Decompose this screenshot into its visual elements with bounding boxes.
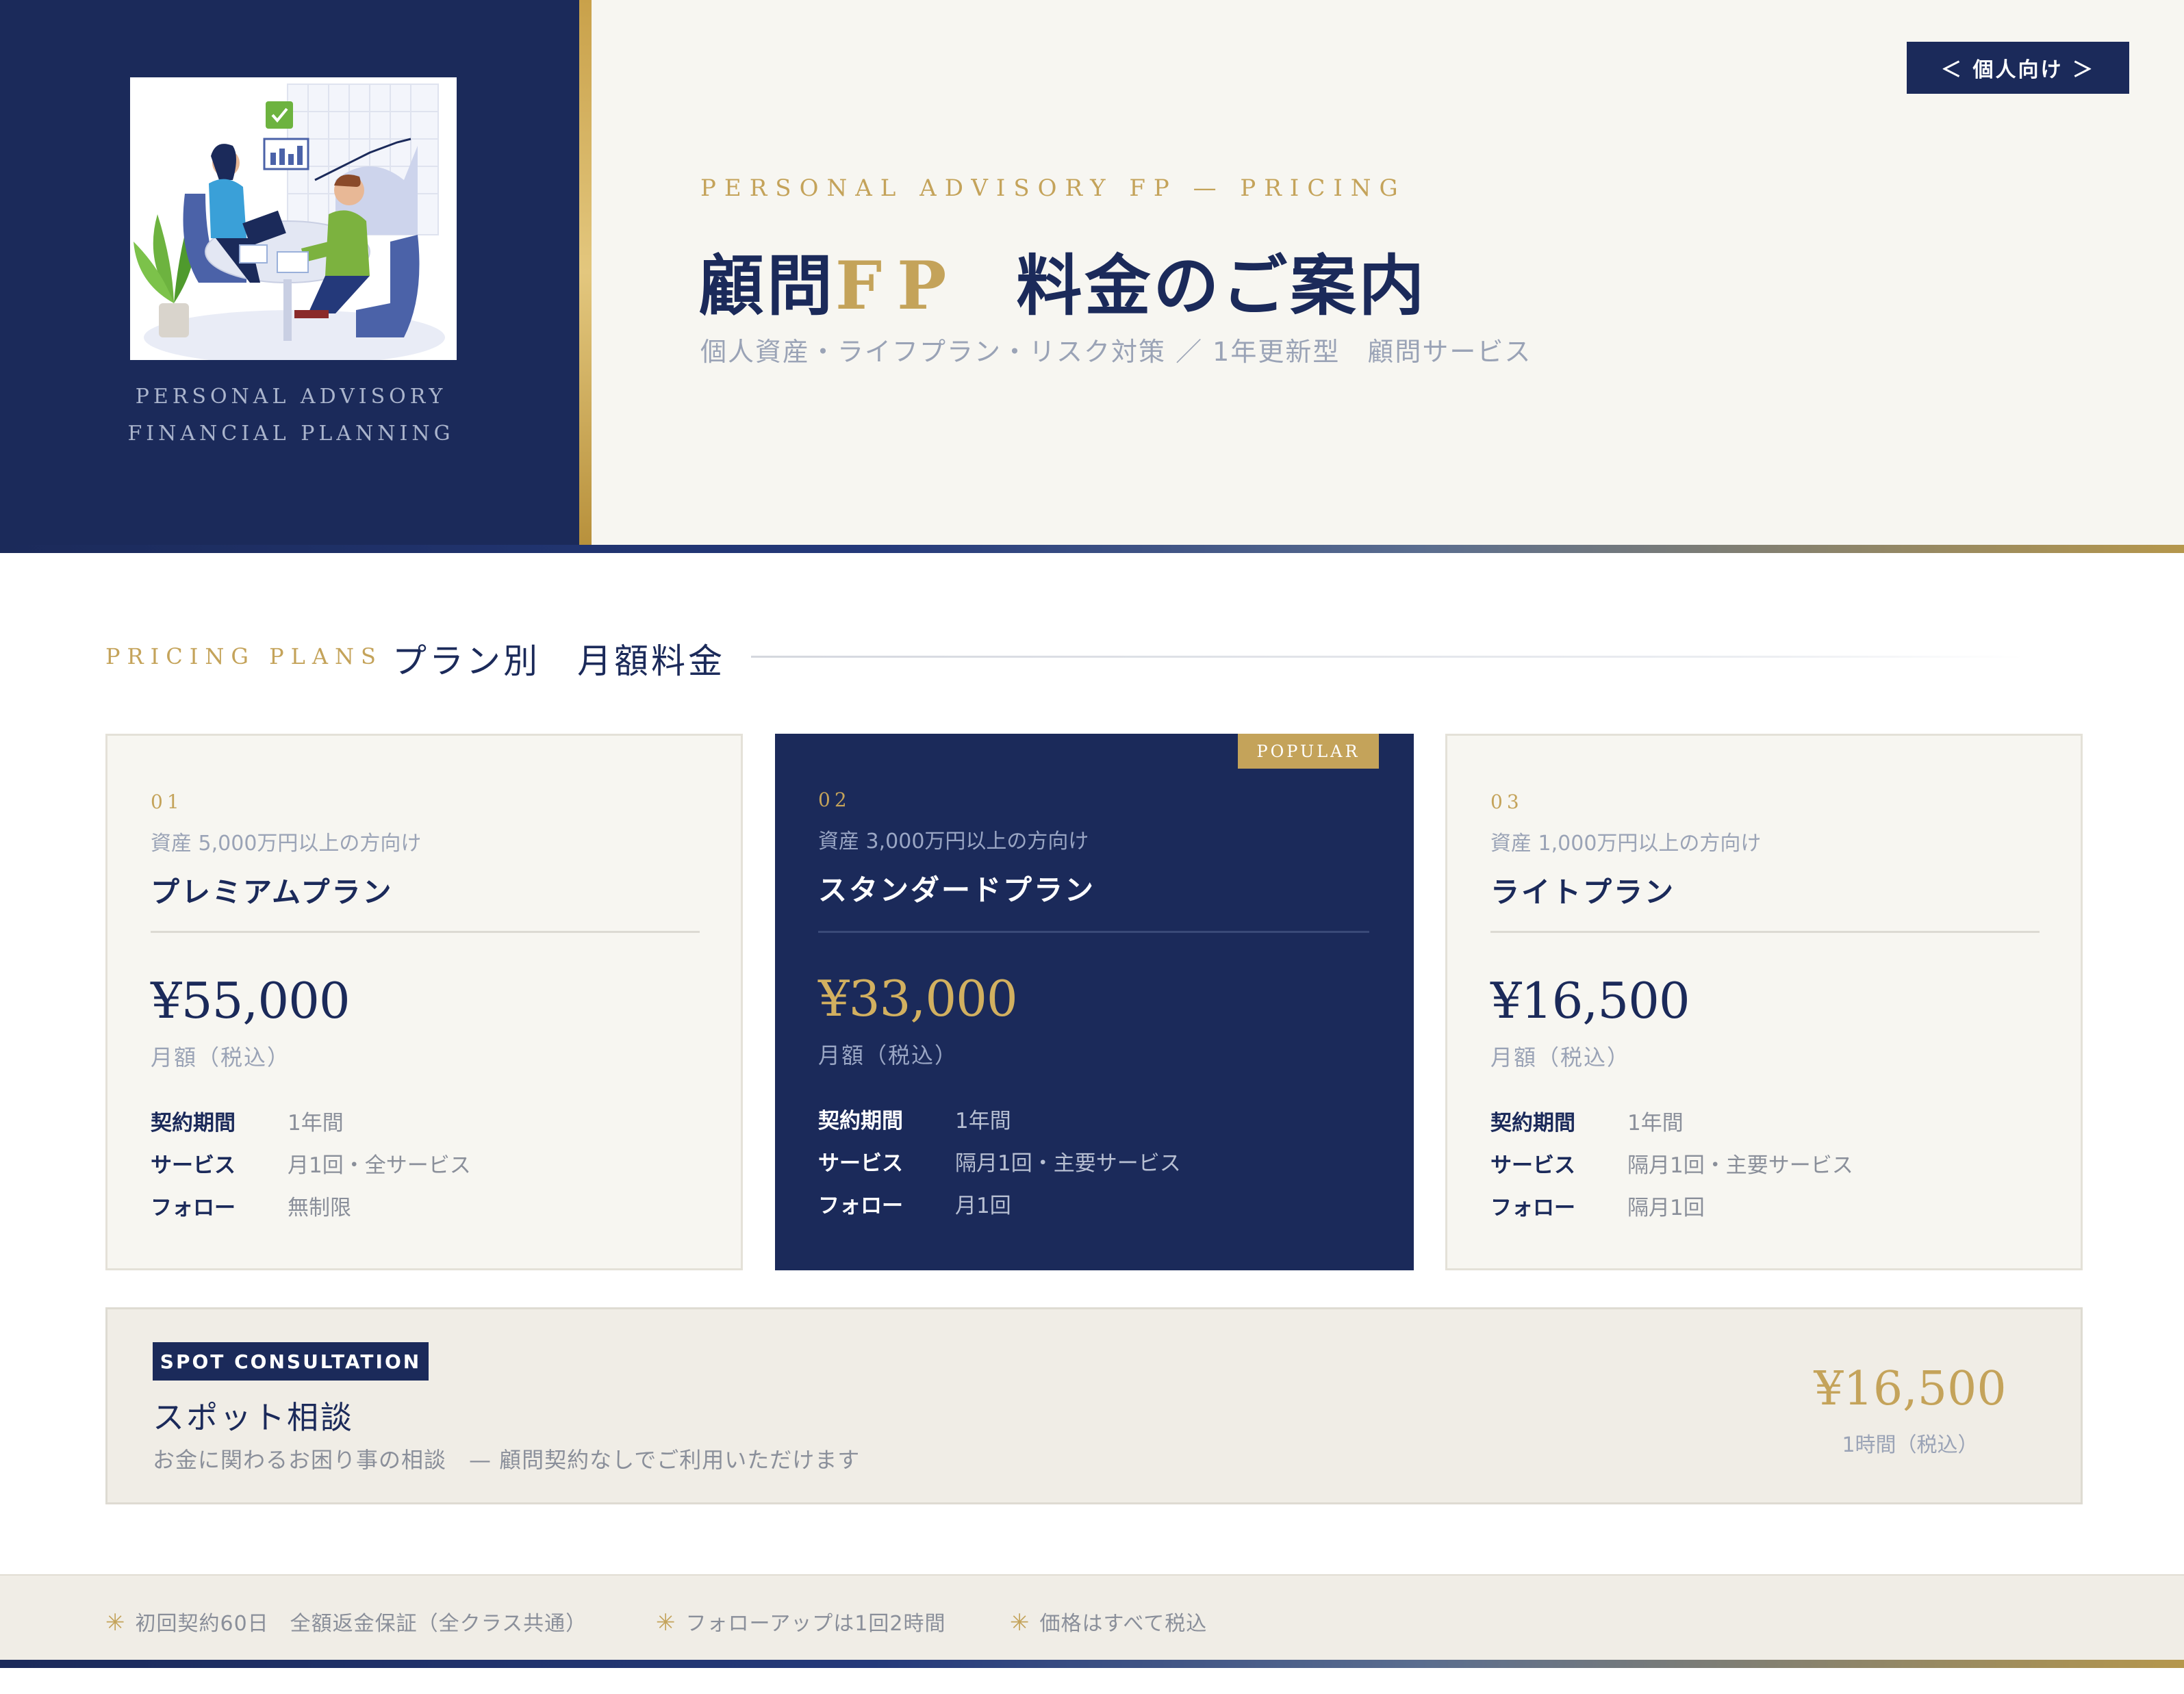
plan-name: プレミアムプラン [151, 875, 394, 909]
plan-row-follow: フォロー 月1回 [818, 1188, 1011, 1219]
spot-price-unit: 1時間（税込） [1842, 1433, 1979, 1457]
row-key: フォロー [1490, 1196, 1575, 1220]
plan-price-unit: 月額（税込） [151, 1044, 291, 1070]
plan-price-unit: 月額（税込） [818, 1042, 958, 1068]
page-title-suffix: 料金のご案内 [1016, 247, 1427, 324]
spot-description: お金に関わるお困り事の相談 — 顧問契約なしでご利用いただけます [153, 1447, 861, 1473]
spot-price: ¥16,500 [1814, 1362, 2007, 1416]
row-key: サービス [1490, 1153, 1575, 1178]
note-followup: ✳ フォローアップは1回2時間 [656, 1606, 945, 1637]
brand-line-2: FINANCIAL PLANNING [127, 422, 455, 446]
plan-row-term: 契約期間 1年間 [151, 1105, 344, 1136]
note-tax: ✳ 価格はすべて税込 [1010, 1606, 1207, 1637]
plan-target: 資産 3,000万円以上の方向け [818, 830, 1089, 854]
asterisk-icon: ✳ [656, 1609, 676, 1637]
row-key: 契約期間 [151, 1111, 236, 1135]
brand-line-1: PERSONAL ADVISORY [135, 385, 447, 409]
page-title-accent: FP [835, 247, 962, 324]
plan-row-term: 契約期間 1年間 [1490, 1105, 1684, 1136]
plan-number: 01 [151, 791, 183, 813]
plan-card-premium[interactable]: 01 資産 5,000万円以上の方向け プレミアムプラン ¥55,000 月額（… [105, 734, 743, 1270]
plan-card-standard[interactable]: 02 資産 3,000万円以上の方向け スタンダードプラン ¥33,000 月額… [775, 734, 1414, 1270]
row-value: 隔月1回・主要サービス [955, 1151, 1181, 1176]
row-value: 隔月1回 [1627, 1196, 1705, 1220]
plan-divider [1490, 931, 2040, 933]
hero-gold-divider [579, 0, 592, 545]
popular-badge: POPULAR [1238, 734, 1379, 769]
row-value: 隔月1回・主要サービス [1627, 1153, 1853, 1178]
plan-row-term: 契約期間 1年間 [818, 1103, 1011, 1134]
plan-price: ¥16,500 [1490, 972, 1690, 1029]
plan-price: ¥55,000 [151, 972, 351, 1029]
plan-divider [151, 931, 700, 933]
consultation-illustration [130, 77, 457, 360]
row-key: サービス [151, 1153, 236, 1178]
plan-name: ライトプラン [1490, 875, 1676, 909]
plan-row-follow: フォロー 無制限 [151, 1190, 351, 1221]
row-value: 月1回 [955, 1194, 1011, 1218]
row-value: 無制限 [288, 1196, 351, 1220]
plan-card-light[interactable]: 03 資産 1,000万円以上の方向け ライトプラン ¥16,500 月額（税込… [1445, 734, 2083, 1270]
spot-tag: SPOT CONSULTATION [153, 1342, 429, 1381]
plan-name: スタンダードプラン [818, 873, 1096, 907]
page-title-prefix: 顧問 [698, 247, 835, 324]
plan-row-service: サービス 月1回・全サービス [151, 1148, 471, 1179]
hero-eyebrow: PERSONAL ADVISORY FP — PRICING [700, 175, 1406, 202]
section-rule [751, 656, 2024, 658]
footer-bottom-rule [0, 1660, 2184, 1668]
row-key: サービス [818, 1151, 903, 1176]
note-text: フォローアップは1回2時間 [685, 1612, 946, 1636]
row-key: フォロー [818, 1194, 903, 1218]
asterisk-icon: ✳ [1010, 1609, 1030, 1637]
row-value: 1年間 [288, 1111, 344, 1135]
plan-number: 02 [818, 788, 851, 811]
plan-target: 資産 1,000万円以上の方向け [1490, 832, 1762, 856]
row-value: 月1回・全サービス [288, 1153, 471, 1178]
hero-bottom-rule [0, 545, 2184, 553]
row-value: 1年間 [1627, 1111, 1684, 1135]
row-key: 契約期間 [818, 1109, 903, 1133]
plan-number: 03 [1490, 791, 1523, 813]
row-key: フォロー [151, 1196, 236, 1220]
note-text: 価格はすべて税込 [1039, 1612, 1208, 1636]
asterisk-icon: ✳ [105, 1609, 126, 1637]
section-title: プラン別 月額料金 [392, 641, 725, 681]
plan-price-unit: 月額（税込） [1490, 1044, 1631, 1070]
plan-target: 資産 5,000万円以上の方向け [151, 832, 422, 856]
audience-toggle-button[interactable]: ＜ 個人向け ＞ [1907, 42, 2129, 94]
page-subtitle: 個人資産・ライフプラン・リスク対策 ／ 1年更新型 顧問サービス [700, 337, 1532, 367]
section-eyebrow: PRICING PLANS [105, 643, 383, 669]
note-text: 初回契約60日 全額返金保証（全クラス共通） [135, 1612, 587, 1636]
row-value: 1年間 [955, 1109, 1011, 1133]
spot-name: スポット相談 [153, 1399, 354, 1436]
page-title: 顧問FP 料金のご案内 [698, 233, 1427, 328]
plan-row-service: サービス 隔月1回・主要サービス [818, 1146, 1181, 1177]
plan-price: ¥33,000 [818, 970, 1018, 1027]
plan-row-follow: フォロー 隔月1回 [1490, 1190, 1705, 1221]
plan-divider [818, 931, 1369, 933]
row-key: 契約期間 [1490, 1111, 1575, 1135]
plan-row-service: サービス 隔月1回・主要サービス [1490, 1148, 1853, 1179]
note-refund: ✳ 初回契約60日 全額返金保証（全クラス共通） [105, 1606, 587, 1637]
